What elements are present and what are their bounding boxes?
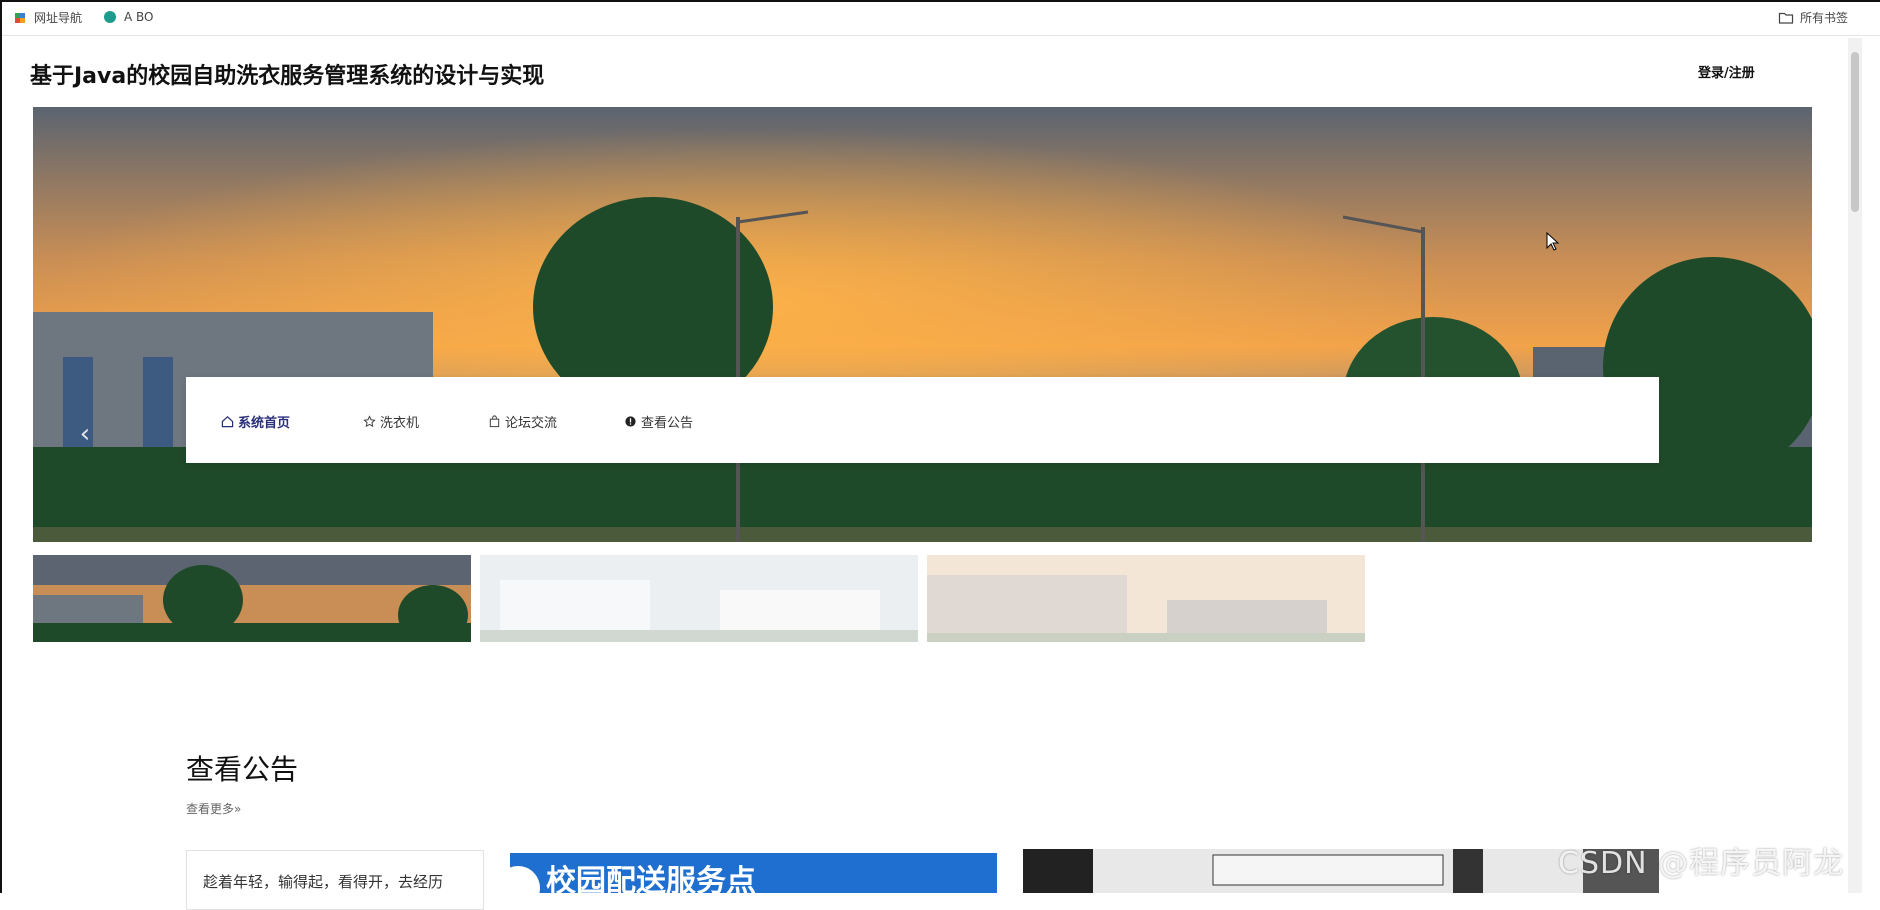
banner-carousel: ‹ › bbox=[33, 107, 1812, 542]
main-nav: 系统首页 洗衣机 论坛交流 查看公告 bbox=[186, 377, 1659, 463]
scrollbar-thumb[interactable] bbox=[1851, 52, 1859, 212]
nav-item-home[interactable]: 系统首页 bbox=[221, 412, 290, 431]
nav-item-forum[interactable]: 论坛交流 bbox=[488, 412, 557, 431]
nav-item-notice-label: 查看公告 bbox=[641, 416, 694, 431]
nav-item-home-label: 系统首页 bbox=[238, 416, 291, 431]
page-scrollbar[interactable] bbox=[1848, 38, 1862, 893]
nav-item-washer[interactable]: 洗衣机 bbox=[363, 412, 419, 431]
notice-card-text: 趁着年轻，输得起，看得开，去经历 bbox=[203, 873, 444, 891]
nav-item-notice[interactable]: 查看公告 bbox=[624, 412, 693, 431]
bookmark-nav[interactable]: 网址导航 bbox=[12, 9, 82, 26]
nav-item-washer-label: 洗衣机 bbox=[380, 416, 420, 431]
notice-card[interactable]: 趁着年轻，输得起，看得开，去经历 bbox=[186, 850, 484, 910]
site-title: 基于Java的校园自助洗衣服务管理系统的设计与实现 bbox=[30, 64, 545, 89]
notice-section-title: 查看公告 bbox=[186, 753, 299, 786]
carousel-thumbnail[interactable] bbox=[927, 555, 1365, 642]
nav-item-forum-label: 论坛交流 bbox=[505, 416, 558, 431]
login-register-link[interactable]: 登录/注册 bbox=[1698, 62, 1755, 81]
bookmark-all[interactable]: 所有书签 bbox=[1778, 9, 1848, 26]
bookmark-all-label: 所有书签 bbox=[1799, 11, 1848, 25]
info-icon bbox=[625, 416, 636, 427]
nav-icon bbox=[12, 10, 28, 26]
bookmarks-bar: 网址导航 A BO 所有书签 bbox=[0, 0, 1880, 36]
notice-image-card[interactable]: 校园配送服务点 bbox=[510, 853, 997, 893]
carousel-thumbnail[interactable] bbox=[33, 555, 471, 642]
watermark: CSDN @程序员阿龙 bbox=[1558, 846, 1845, 881]
bookmark-abo[interactable]: A BO bbox=[102, 9, 154, 25]
banner-image bbox=[33, 107, 1812, 542]
abo-icon bbox=[102, 9, 118, 25]
star-icon bbox=[363, 415, 376, 428]
bag-icon bbox=[489, 415, 500, 428]
home-icon bbox=[221, 416, 234, 428]
bookmark-nav-label: 网址导航 bbox=[34, 11, 83, 25]
bookmark-abo-label: A BO bbox=[124, 10, 154, 24]
carousel-prev-arrow-icon[interactable]: ‹ bbox=[73, 419, 97, 449]
carousel-thumbnail[interactable] bbox=[480, 555, 918, 642]
view-more-link[interactable]: 查看更多» bbox=[186, 800, 241, 817]
folder-icon bbox=[1778, 10, 1794, 26]
mouse-cursor-icon bbox=[1546, 232, 1560, 251]
notice-image-card-text: 校园配送服务点 bbox=[546, 864, 756, 893]
